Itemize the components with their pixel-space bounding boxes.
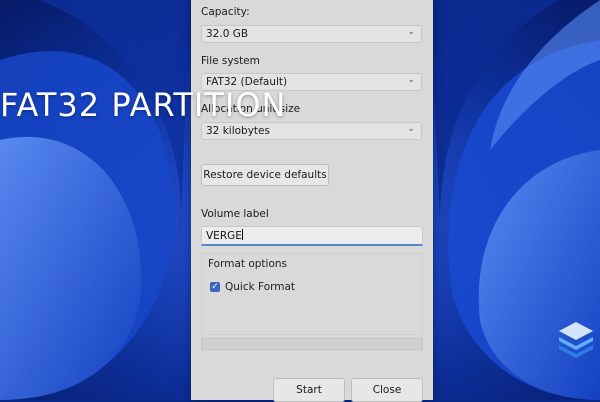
close-button[interactable]: Close [351, 378, 423, 402]
format-options-group: Format options ✓ Quick Format [201, 253, 423, 335]
restore-device-defaults-button[interactable]: Restore device defaults [201, 164, 329, 186]
file-system-label: File system [201, 55, 260, 67]
volume-label-value: VERGE [206, 230, 242, 242]
capacity-value: 32.0 GB [206, 28, 249, 40]
quick-format-label[interactable]: Quick Format [225, 281, 295, 293]
format-options-title: Format options [208, 258, 288, 270]
allocation-unit-value: 32 kilobytes [206, 125, 270, 137]
chevron-down-icon: ⌄ [407, 75, 415, 85]
format-progress-bar [201, 338, 423, 350]
text-caret [241, 229, 243, 240]
checkmark-icon[interactable]: ✓ [210, 282, 220, 292]
chevron-down-icon: ⌄ [407, 124, 415, 134]
stacked-layers-logo-icon [559, 322, 593, 358]
volume-label-label: Volume label [201, 208, 269, 220]
chevron-down-icon: ⌄ [407, 27, 415, 37]
volume-label-input[interactable]: VERGE [201, 226, 423, 246]
capacity-label: Capacity: [201, 6, 250, 18]
format-dialog: Capacity: 32.0 GB ⌄ File system FAT32 (D… [191, 0, 433, 402]
capacity-dropdown[interactable]: 32.0 GB ⌄ [201, 25, 422, 43]
start-button[interactable]: Start [273, 378, 345, 402]
allocation-unit-dropdown[interactable]: 32 kilobytes ⌄ [201, 122, 422, 140]
overlay-title: FAT32 PARTITION [0, 86, 287, 124]
